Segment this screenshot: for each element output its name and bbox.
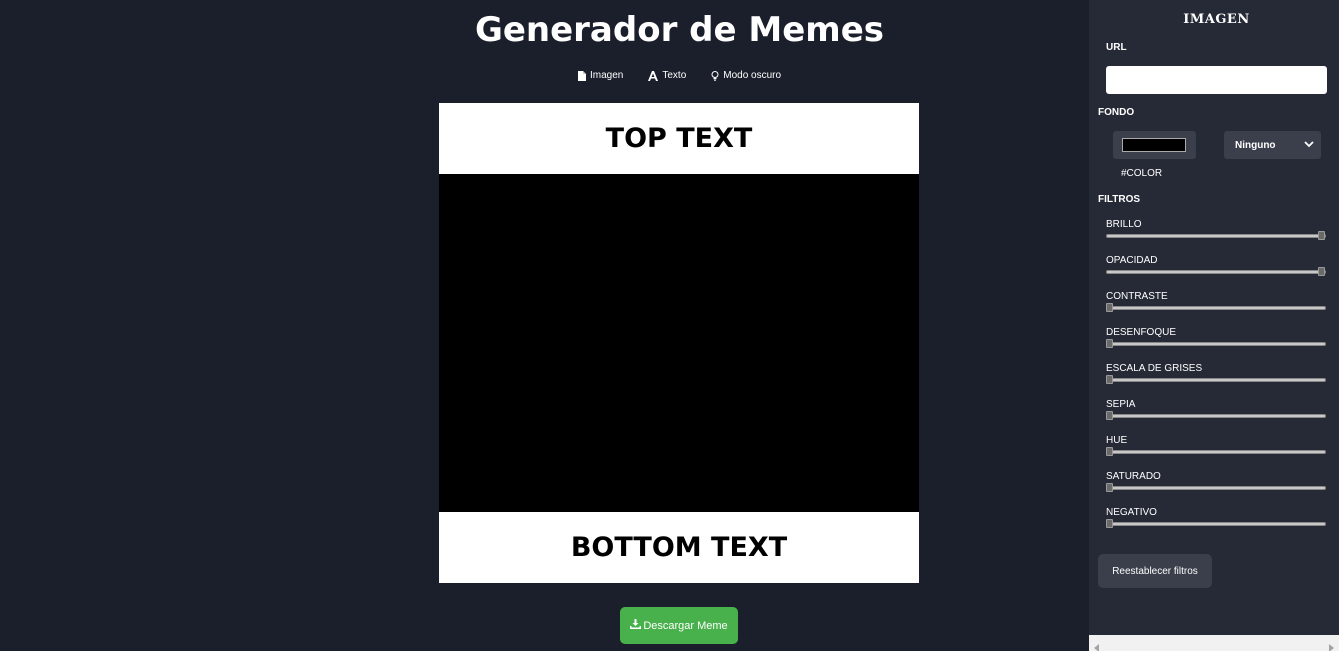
nav-modo-oscuro[interactable]: Modo oscuro [711,70,781,81]
download-label: Descargar Meme [643,619,728,632]
filter-label: OPACIDAD [1106,255,1158,266]
filter-label: SEPIA [1106,399,1136,410]
filter-saturado: SATURADO [1106,471,1327,492]
image-panel: IMAGEN URL FONDO #COLOR Ninguno FILTROS … [1089,0,1339,651]
filter-brillo: BRILLO [1106,219,1327,240]
nav-imagen-label: Imagen [590,70,624,81]
slider-track[interactable] [1106,522,1326,526]
slider-track[interactable] [1106,342,1326,346]
slider-track[interactable] [1106,378,1326,382]
filter-sepia: SEPIA [1106,399,1327,420]
meme-canvas: TOP TEXT BOTTOM TEXT [439,103,919,583]
filter-opacidad: OPACIDAD [1106,255,1327,276]
nav-texto-label: Texto [662,70,687,81]
meme-bottom-text: BOTTOM TEXT [439,512,919,583]
filter-desenfoque: DESENFOQUE [1106,327,1327,348]
panel-title: IMAGEN [1183,12,1250,27]
fondo-label: FONDO [1098,107,1135,118]
meme-top-text: TOP TEXT [439,103,919,174]
filter-hue: HUE [1106,435,1327,456]
slider-track[interactable] [1106,450,1326,454]
scroll-right-icon[interactable] [1328,639,1334,651]
filter-label: CONTRASTE [1106,291,1168,302]
filter-label: HUE [1106,435,1128,446]
blend-mode-select[interactable]: Ninguno [1224,131,1321,159]
file-image-icon [578,70,586,81]
filter-label: BRILLO [1106,219,1142,230]
slider-track[interactable] [1106,270,1326,274]
url-label: URL [1106,42,1127,53]
slider-thumb[interactable] [1106,447,1113,456]
slider-thumb[interactable] [1106,519,1113,528]
filter-label: ESCALA DE GRISES [1106,363,1203,374]
slider-track[interactable] [1106,414,1326,418]
horizontal-scrollbar[interactable] [1089,635,1339,651]
download-meme-button[interactable]: Descargar Meme [620,607,738,644]
scroll-left-icon[interactable] [1094,639,1100,651]
filter-label: DESENFOQUE [1106,327,1177,338]
nav-texto[interactable]: Texto [648,70,686,81]
download-icon [630,619,642,632]
slider-track[interactable] [1106,234,1326,238]
reset-filters-button[interactable]: Reestablecer filtros [1098,554,1212,588]
font-icon [648,70,659,81]
slider-thumb[interactable] [1106,375,1113,384]
filter-contraste: CONTRASTE [1106,291,1327,312]
filter-label: SATURADO [1106,471,1161,482]
nav-modo-oscuro-label: Modo oscuro [723,70,782,81]
slider-thumb[interactable] [1106,303,1113,312]
background-color-picker[interactable] [1113,131,1196,159]
slider-track[interactable] [1106,486,1326,490]
slider-thumb[interactable] [1106,339,1113,348]
slider-thumb[interactable] [1318,231,1325,240]
filter-escala-de-grises: ESCALA DE GRISES [1106,363,1327,384]
slider-track[interactable] [1106,306,1326,310]
slider-thumb[interactable] [1318,267,1325,276]
chevron-down-icon [1304,140,1314,151]
filtros-label: FILTROS [1098,194,1141,205]
nav-imagen[interactable]: Imagen [578,70,623,81]
lightbulb-icon [711,70,719,81]
meme-image [439,174,919,512]
color-swatch [1122,138,1186,152]
filter-negativo: NEGATIVO [1106,507,1327,528]
top-nav: Imagen Texto Modo oscuro [578,70,781,81]
color-code: #COLOR [1121,168,1163,179]
slider-thumb[interactable] [1106,483,1113,492]
filter-label: NEGATIVO [1106,507,1157,518]
main-area: Generador de Memes Imagen Texto Modo osc… [0,0,1089,651]
blend-mode-value: Ninguno [1235,139,1276,151]
slider-thumb[interactable] [1106,411,1113,420]
url-input[interactable] [1106,66,1327,94]
